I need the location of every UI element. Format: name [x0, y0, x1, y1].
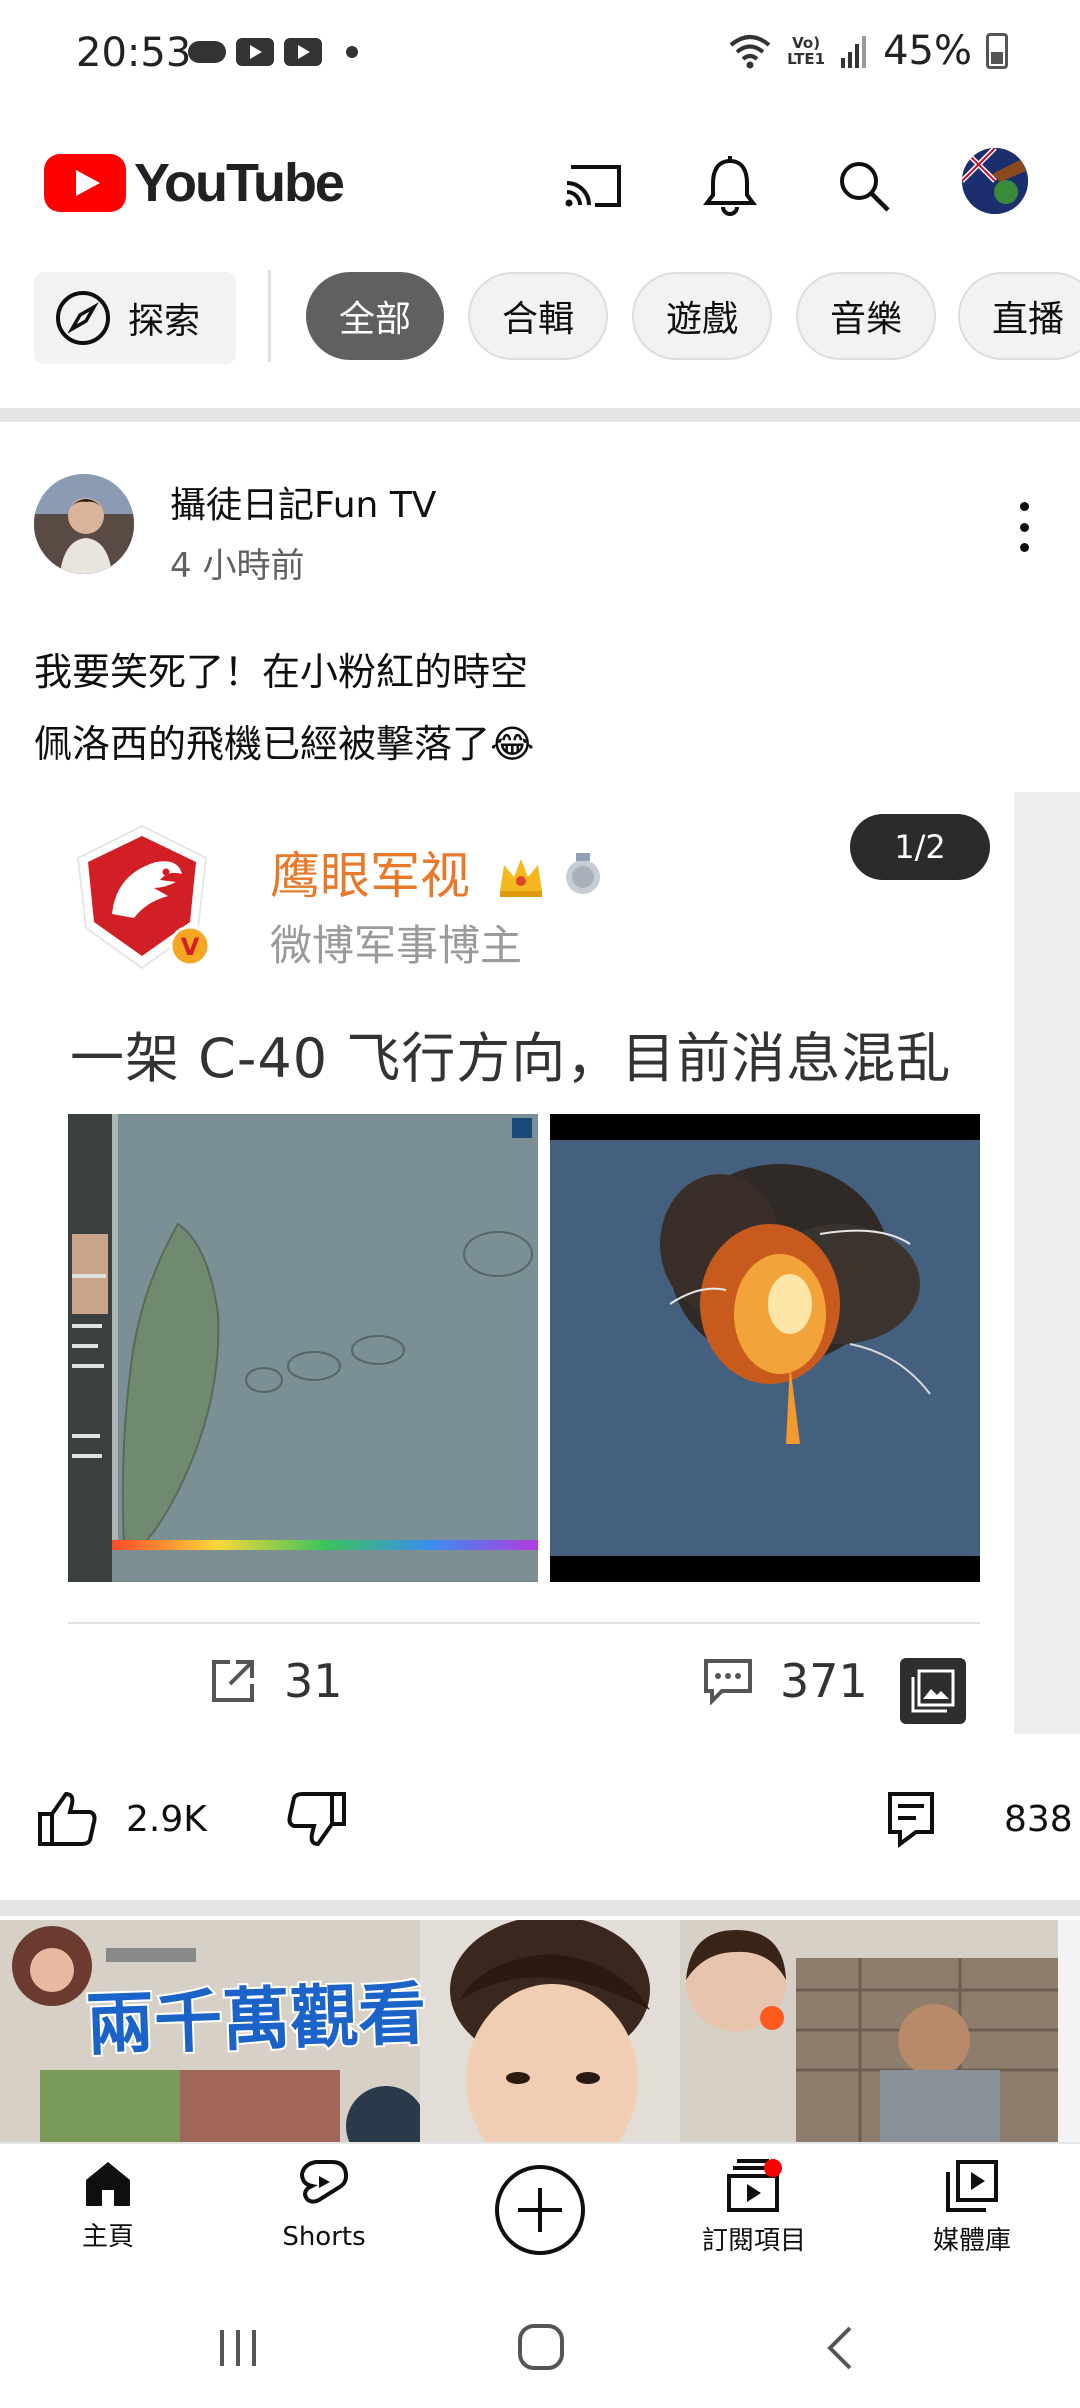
nav-shorts[interactable]: Shorts [244, 2158, 404, 2252]
share-icon [212, 1660, 254, 1702]
chip-live[interactable]: 直播 [958, 272, 1080, 360]
battery-icon [986, 33, 1008, 69]
top-app-bar: YouTube [0, 120, 1080, 250]
post-text-line: 佩洛西的飛機已經被擊落了😂 [34, 722, 535, 766]
comment-count: 838 [1004, 1798, 1073, 1840]
channel-avatar[interactable] [34, 474, 134, 574]
post-text-line: 我要笑死了！在小粉紅的時空 [34, 650, 529, 694]
comment-icon [888, 1792, 934, 1848]
explosion-image [550, 1114, 980, 1582]
nav-label: 媒體庫 [932, 2226, 1011, 2256]
explore-button[interactable]: 探索 [34, 272, 236, 364]
video-thumbnail[interactable]: 兩千萬觀看 [0, 1920, 1080, 2142]
youtube-notification-icon [236, 38, 274, 66]
system-icons: Vo) LTE1 45% [727, 28, 1008, 74]
nav-home[interactable]: 主頁 [28, 2158, 188, 2253]
chip-music[interactable]: 音樂 [796, 272, 936, 360]
share-count: 31 [284, 1654, 343, 1708]
home-button-icon[interactable] [516, 2322, 566, 2372]
nav-label: Shorts [282, 2222, 366, 2252]
search-icon[interactable] [828, 150, 900, 222]
crown-icon [496, 853, 546, 899]
thumbs-up-icon [38, 1791, 97, 1846]
card-comments[interactable]: 371 [702, 1654, 868, 1708]
card-scroll-area [1014, 792, 1080, 1734]
weibo-account-desc: 微博军事博主 [270, 921, 523, 970]
thumbnail-overlay-text: 兩千萬觀看 [83, 1973, 430, 2068]
chip-divider [268, 270, 271, 362]
bell-icon[interactable] [694, 150, 766, 222]
post-time: 4 小時前 [170, 546, 305, 586]
dot-icon [346, 46, 358, 58]
comment-bubble-icon [704, 1659, 752, 1705]
youtube-logo[interactable]: YouTube [44, 152, 345, 214]
like-count: 2.9K [126, 1798, 207, 1840]
like-button[interactable]: 2.9K [36, 1790, 207, 1848]
app-name: YouTube [134, 153, 345, 213]
more-options-icon[interactable] [1016, 502, 1032, 552]
back-icon[interactable] [822, 2324, 858, 2372]
filter-chips-bar: 探索 全部 合輯 遊戲 音樂 直播 [0, 268, 1080, 368]
system-navigation-bar [0, 2282, 1080, 2408]
section-divider [0, 1900, 1080, 1916]
account-avatar[interactable] [962, 148, 1028, 214]
nav-label: 主頁 [81, 2222, 134, 2252]
svg-text:V: V [181, 933, 200, 961]
channel-name[interactable]: 攝徒日記Fun TV [170, 476, 436, 528]
create-icon [495, 2165, 585, 2255]
home-icon [86, 2162, 130, 2206]
card-share[interactable]: 31 [208, 1654, 343, 1708]
nav-create[interactable] [460, 2162, 620, 2258]
compass-icon [56, 291, 110, 345]
subscriptions-icon [727, 2159, 782, 2212]
flight-map-image [68, 1114, 538, 1582]
battery-percent: 45% [883, 28, 972, 74]
notification-icons [188, 38, 358, 66]
dislike-button[interactable] [286, 1790, 348, 1848]
chip-mixes[interactable]: 合輯 [468, 272, 608, 360]
youtube-notification-icon [284, 38, 322, 66]
post-image-card[interactable]: V 鹰眼军视 微博军事博主 1/2 一架 C-40 飞行方向，目前消息混乱 31… [34, 792, 1014, 1734]
explore-label: 探索 [128, 301, 201, 342]
nav-library[interactable]: 媒體庫 [892, 2158, 1052, 2257]
bottom-navigation: 主頁 Shorts 訂閱項目 媒體庫 [0, 2142, 1080, 2282]
cast-icon[interactable] [558, 150, 630, 222]
page-indicator: 1/2 [850, 814, 990, 880]
eagle-logo-icon: V [72, 822, 212, 972]
library-icon [946, 2160, 998, 2212]
gallery-icon[interactable] [900, 1658, 966, 1724]
card-divider [68, 1622, 980, 1624]
wifi-icon [729, 35, 771, 69]
youtube-play-icon [44, 154, 126, 212]
nav-subscriptions[interactable]: 訂閱項目 [674, 2158, 834, 2257]
nav-label: 訂閱項目 [701, 2226, 806, 2256]
chip-all[interactable]: 全部 [306, 272, 444, 360]
cloud-icon [188, 41, 226, 63]
signal-icon [841, 36, 867, 68]
chip-gaming[interactable]: 遊戲 [632, 272, 772, 360]
shorts-icon [299, 2160, 349, 2204]
volte-icon: Vo) LTE1 [787, 34, 826, 68]
card-comment-count: 371 [780, 1654, 868, 1708]
post-text: 我要笑死了！在小粉紅的時空 佩洛西的飛機已經被擊落了😂 [34, 636, 534, 780]
thumbs-down-icon [287, 1792, 346, 1847]
comments-button[interactable]: 838 [886, 1790, 1073, 1848]
section-divider [0, 408, 1080, 422]
card-headline: 一架 C-40 飞行方向，目前消息混乱 [70, 1027, 952, 1090]
status-time: 20:53 [76, 30, 192, 76]
medal-icon [562, 853, 604, 899]
weibo-account-name: 鹰眼军视 [270, 836, 604, 908]
status-bar: 20:53 Vo) LTE1 45% [0, 0, 1080, 110]
recent-apps-icon[interactable] [216, 2326, 260, 2370]
